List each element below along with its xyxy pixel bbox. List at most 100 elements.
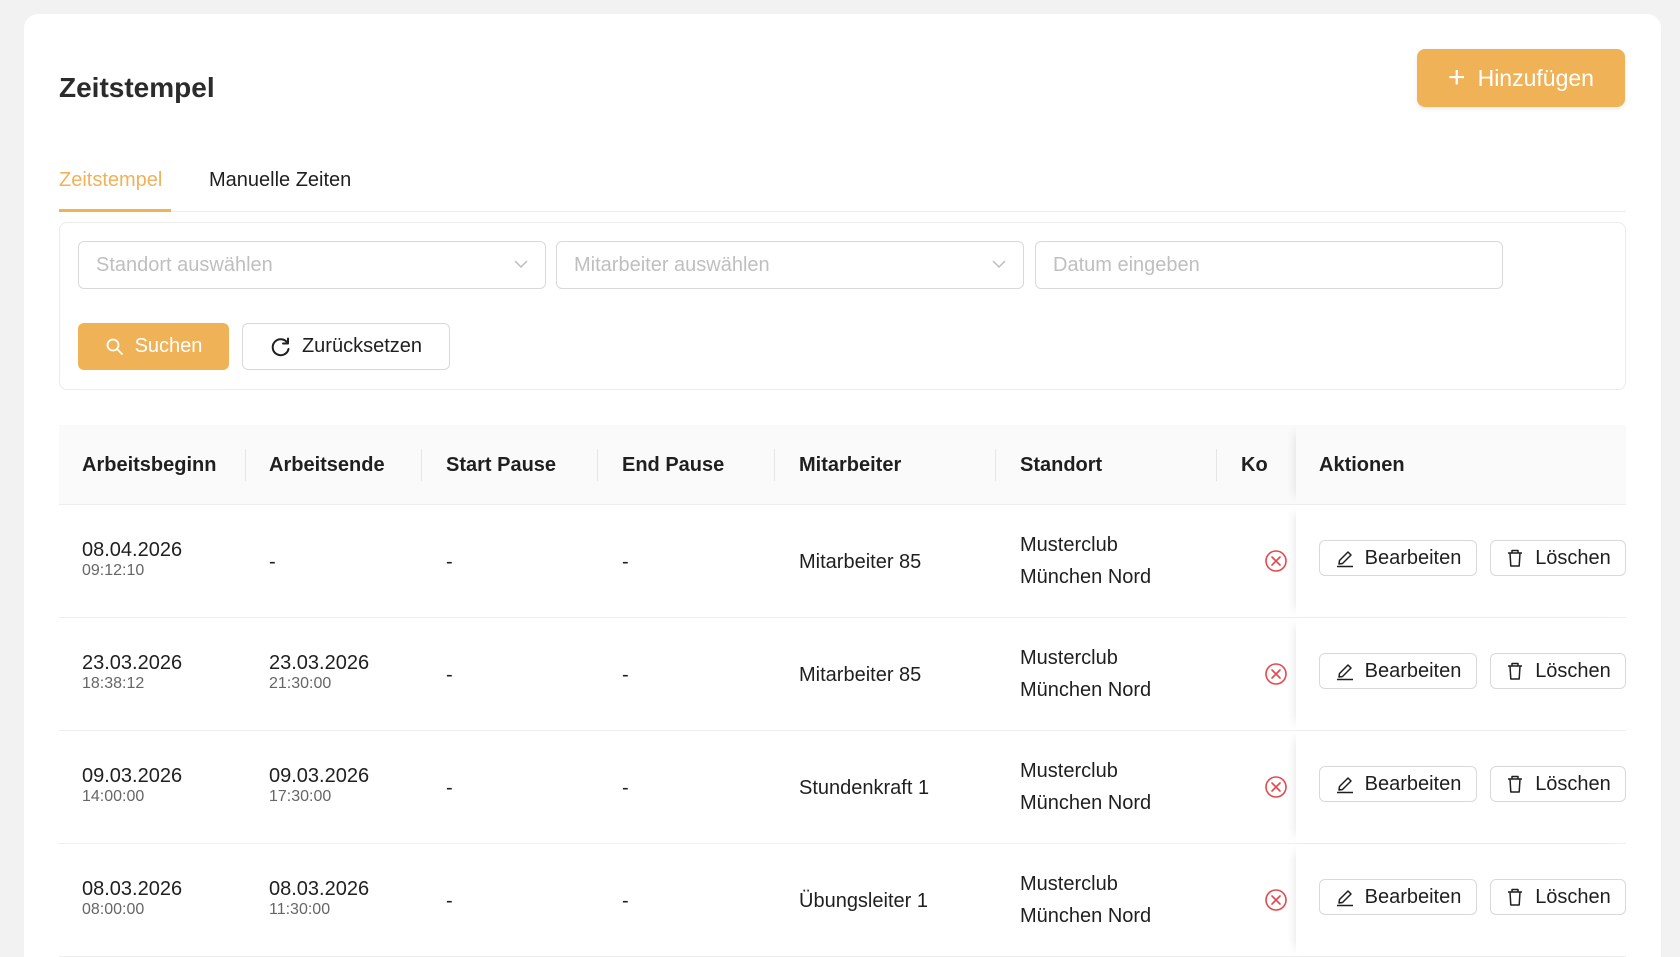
actions-header-cell: Aktionen	[1296, 425, 1626, 504]
edit-icon	[1336, 890, 1353, 907]
location-name: Musterclub	[1020, 760, 1118, 782]
column-divider	[774, 449, 775, 481]
delete-button-label: Löschen	[1535, 659, 1611, 682]
close-circle-icon	[1265, 663, 1287, 685]
end-date: -	[269, 551, 276, 573]
search-button[interactable]: Suchen	[78, 323, 229, 370]
end-time: 21:30:00	[269, 675, 332, 692]
tab-manuelle-zeiten[interactable]: Manuelle Zeiten	[209, 169, 351, 192]
employee-name: Übungsleiter 1	[799, 890, 928, 912]
table-header: Arbeitsbeginn Arbeitsende Start Pause En…	[59, 425, 1626, 505]
end-time: 17:30:00	[269, 788, 332, 805]
edit-button[interactable]: Bearbeiten	[1319, 766, 1477, 802]
trash-icon	[1508, 662, 1523, 680]
actions-cell: Bearbeiten Löschen	[1296, 618, 1626, 730]
start-time: 18:38:12	[82, 675, 145, 692]
delete-button[interactable]: Löschen	[1490, 653, 1626, 689]
column-divider	[995, 449, 996, 481]
end-pause: -	[622, 664, 629, 686]
edit-icon	[1336, 777, 1353, 794]
trash-icon	[1508, 549, 1523, 567]
end-time: 11:30:00	[269, 901, 331, 918]
end-date: 08.03.2026	[269, 878, 370, 900]
end-date: 09.03.2026	[269, 765, 370, 787]
tab-bar: Zeitstempel Manuelle Zeiten	[59, 154, 1626, 212]
column-divider	[421, 449, 422, 481]
chevron-down-icon	[992, 260, 1006, 269]
column-header[interactable]: Start Pause	[446, 425, 556, 505]
start-time: 14:00:00	[82, 788, 145, 805]
edit-button-label: Bearbeiten	[1364, 885, 1462, 908]
close-circle-icon	[1265, 776, 1287, 798]
location-name: Musterclub	[1020, 534, 1118, 556]
start-date: 09.03.2026	[82, 765, 183, 787]
actions-cell: Bearbeiten Löschen	[1296, 844, 1626, 956]
add-button[interactable]: + Hinzufügen	[1417, 49, 1625, 107]
delete-button-label: Löschen	[1535, 772, 1611, 795]
actions-cell: Bearbeiten Löschen	[1296, 731, 1626, 843]
end-pause: -	[622, 777, 629, 799]
delete-button[interactable]: Löschen	[1490, 540, 1626, 576]
active-tab-indicator	[59, 209, 171, 212]
employee-select[interactable]: Mitarbeiter auswählen	[556, 241, 1024, 289]
start-pause: -	[446, 890, 453, 912]
timestamps-table: Arbeitsbeginn Arbeitsende Start Pause En…	[59, 425, 1626, 957]
start-date: 08.03.2026	[82, 878, 183, 900]
trash-icon	[1508, 775, 1523, 793]
column-divider	[597, 449, 598, 481]
delete-button-label: Löschen	[1535, 885, 1611, 908]
column-header[interactable]: Arbeitsbeginn	[82, 425, 216, 505]
delete-button[interactable]: Löschen	[1490, 879, 1626, 915]
column-header[interactable]: Mitarbeiter	[799, 425, 901, 505]
edit-icon	[1336, 664, 1353, 681]
location-select[interactable]: Standort auswählen	[78, 241, 546, 289]
edit-button-label: Bearbeiten	[1364, 546, 1462, 569]
delete-button[interactable]: Löschen	[1490, 766, 1626, 802]
close-circle-icon	[1265, 889, 1287, 911]
tab-zeitstempel[interactable]: Zeitstempel	[59, 169, 162, 192]
column-header[interactable]: Ko	[1241, 425, 1269, 505]
employee-name: Stundenkraft 1	[799, 777, 930, 799]
end-pause: -	[622, 551, 629, 573]
start-date: 08.04.2026	[82, 539, 183, 561]
edit-button-label: Bearbeiten	[1364, 659, 1462, 682]
employee-name: Mitarbeiter 85	[799, 551, 922, 573]
edit-button[interactable]: Bearbeiten	[1319, 879, 1477, 915]
filter-panel: Standort auswählen Mitarbeiter auswählen…	[59, 222, 1626, 390]
column-header[interactable]: End Pause	[622, 425, 724, 505]
table-row: 23.03.2026 18:38:12 23.03.2026 21:30:00 …	[59, 618, 1626, 731]
column-header[interactable]: Arbeitsende	[269, 425, 385, 505]
reset-button-label: Zurücksetzen	[301, 335, 423, 357]
start-date: 23.03.2026	[82, 652, 183, 674]
edit-button[interactable]: Bearbeiten	[1319, 653, 1477, 689]
date-input-placeholder: Datum eingeben	[1053, 253, 1200, 276]
column-header: Aktionen	[1319, 453, 1405, 476]
main-card: Zeitstempel + Hinzufügen Zeitstempel Man…	[24, 14, 1661, 957]
chevron-down-icon	[514, 260, 528, 269]
location-name: München Nord	[1020, 905, 1152, 927]
location-select-placeholder: Standort auswählen	[96, 253, 273, 276]
column-divider	[245, 449, 246, 481]
employee-select-placeholder: Mitarbeiter auswählen	[574, 253, 770, 276]
end-date: 23.03.2026	[269, 652, 370, 674]
search-icon	[106, 338, 123, 355]
page-title: Zeitstempel	[59, 72, 215, 103]
edit-button[interactable]: Bearbeiten	[1319, 540, 1477, 576]
delete-button-label: Löschen	[1535, 546, 1611, 569]
location-name: München Nord	[1020, 566, 1152, 588]
reset-button[interactable]: Zurücksetzen	[242, 323, 450, 370]
end-pause: -	[622, 890, 629, 912]
location-name: München Nord	[1020, 679, 1152, 701]
date-input[interactable]: Datum eingeben	[1035, 241, 1503, 289]
start-time: 09:12:10	[82, 562, 145, 579]
column-header[interactable]: Standort	[1020, 425, 1102, 505]
reload-icon	[271, 337, 290, 356]
table-row: 09.03.2026 14:00:00 09.03.2026 17:30:00 …	[59, 731, 1626, 844]
table-row: 08.04.2026 09:12:10 - - - Mitarbeiter 85…	[59, 505, 1626, 618]
edit-button-label: Bearbeiten	[1364, 772, 1462, 795]
start-pause: -	[446, 777, 453, 799]
column-divider	[1216, 449, 1217, 481]
actions-cell: Bearbeiten Löschen	[1296, 505, 1626, 617]
close-circle-icon	[1265, 550, 1287, 572]
search-button-label: Suchen	[134, 335, 203, 357]
